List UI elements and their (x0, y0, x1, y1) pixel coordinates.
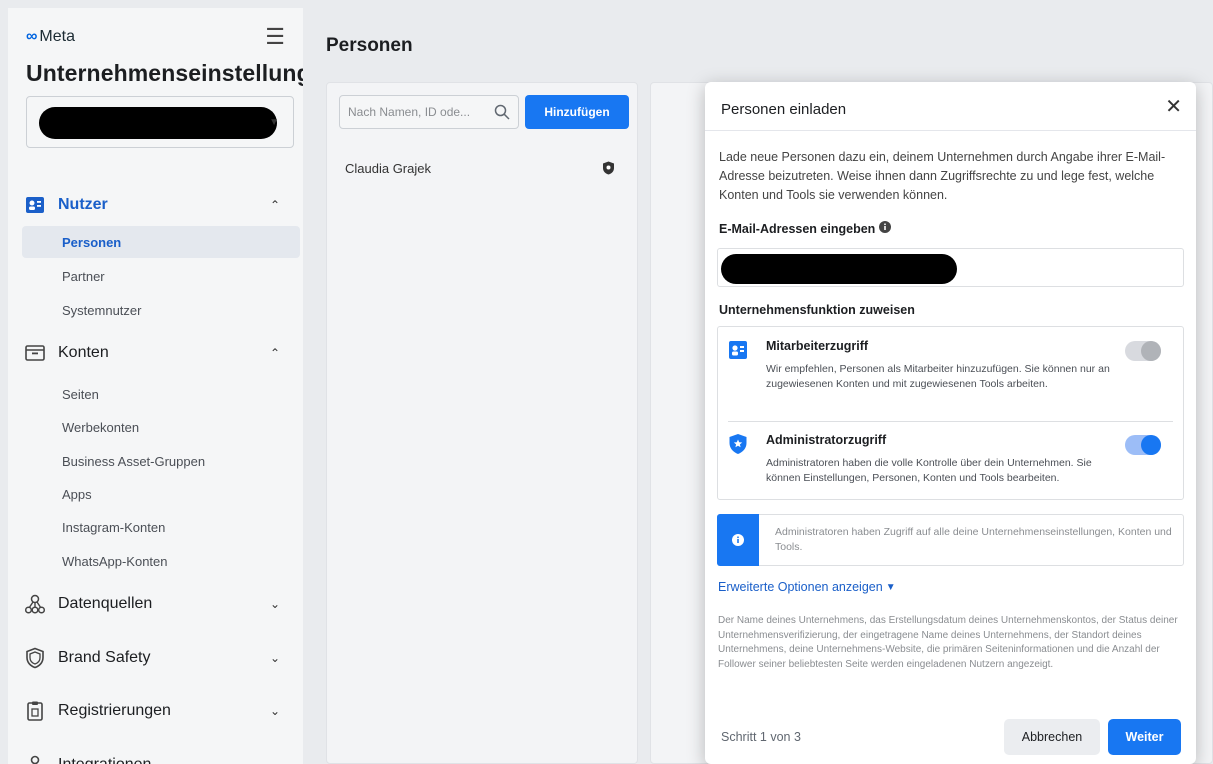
sidebar: ∞ Meta ☰ Unternehmenseinstellunge ▼ Nutz… (8, 8, 303, 764)
nav-section-users[interactable]: Nutzer ⌃ (20, 186, 302, 224)
toggle-knob (1141, 341, 1161, 361)
nav-section-accounts[interactable]: Konten ⌃ (20, 334, 302, 372)
nav-item-business-asset-gruppen[interactable]: Business Asset-Gruppen (22, 445, 300, 477)
nav-section-data-sources[interactable]: Datenquellen ⌄ (20, 585, 302, 623)
dialog-title: Personen einladen (721, 101, 847, 118)
nav-item-partner[interactable]: Partner (22, 260, 300, 292)
role-options: Mitarbeiterzugriff Wir empfehlen, Person… (717, 326, 1184, 500)
chevron-down-icon: ⌄ (269, 704, 280, 718)
employee-access-toggle[interactable] (1125, 341, 1161, 361)
role-admin-title: Administratorzugriff (766, 433, 887, 447)
employee-badge-icon (728, 339, 748, 366)
meta-logo[interactable]: ∞ Meta (26, 28, 75, 46)
dialog-divider (705, 130, 1196, 131)
nav-item-systemnutzer[interactable]: Systemnutzer (22, 294, 300, 326)
business-selector[interactable]: ▼ (26, 96, 294, 148)
add-person-button[interactable]: Hinzufügen (525, 95, 629, 129)
advanced-options-label: Erweiterte Optionen anzeigen (718, 580, 883, 594)
email-label-text: E-Mail-Adressen eingeben (719, 221, 876, 236)
step-indicator: Schritt 1 von 3 (721, 730, 801, 744)
nav-section-users-label: Nutzer (58, 196, 108, 213)
nav-section-registrations-label: Registrierungen (58, 702, 171, 719)
next-button[interactable]: Weiter (1108, 719, 1181, 755)
search-input[interactable] (348, 105, 482, 119)
meta-logo-text: Meta (39, 28, 75, 45)
nav-item-seiten[interactable]: Seiten (22, 378, 300, 410)
admin-notice: Administratoren haben Zugriff auf alle d… (717, 514, 1184, 566)
chevron-down-icon: ⌄ (270, 758, 280, 764)
search-icon[interactable] (494, 104, 510, 125)
people-search[interactable] (339, 95, 519, 129)
chevron-up-icon: ⌃ (269, 346, 280, 360)
role-employee-description: Wir empfehlen, Personen als Mitarbeiter … (766, 363, 1110, 390)
role-label: Unternehmensfunktion zuweisen (719, 303, 915, 317)
nav-section-data-sources-label: Datenquellen (58, 595, 153, 612)
data-sources-icon (22, 592, 48, 616)
chevron-down-icon: ⌄ (269, 651, 280, 665)
hamburger-menu-icon[interactable]: ☰ (265, 24, 285, 50)
info-icon[interactable] (879, 221, 892, 236)
inbox-tray-icon (22, 341, 48, 365)
user-badge-icon (22, 193, 48, 217)
people-list-panel: Hinzufügen Claudia Grajek (326, 82, 638, 764)
nav-item-instagram-konten[interactable]: Instagram-Konten (22, 511, 300, 543)
notice-info-icon (717, 514, 759, 566)
person-icon (22, 753, 48, 764)
email-input[interactable] (717, 248, 1184, 287)
nav-section-brand-safety[interactable]: Brand Safety ⌄ (20, 639, 302, 677)
invite-people-dialog: Personen einladen ✕ Lade neue Personen d… (705, 82, 1196, 764)
caret-down-icon: ▼ (269, 117, 279, 128)
notice-text: Administratoren haben Zugriff auf alle d… (775, 526, 1172, 553)
nav-section-integrations-label: Integrationen (58, 756, 151, 764)
business-title: Unternehmenseinstellunge (26, 60, 303, 86)
nav-section-registrations[interactable]: Registrierungen ⌄ (20, 692, 302, 730)
redacted-business-name (39, 107, 277, 139)
role-employee-title: Mitarbeiterzugriff (766, 339, 869, 353)
nav-section-accounts-label: Konten (58, 344, 109, 361)
admin-shield-star-icon (728, 433, 748, 460)
advanced-options-link[interactable]: Erweiterte Optionen anzeigen ▼ (718, 580, 896, 594)
redacted-email (721, 254, 957, 284)
cancel-button[interactable]: Abbrechen (1004, 719, 1100, 755)
nav-item-werbekonten[interactable]: Werbekonten (22, 411, 300, 443)
nav-section-integrations[interactable]: Integrationen ⌄ (20, 746, 302, 764)
person-row[interactable]: Claudia Grajek (327, 153, 637, 183)
role-admin[interactable]: Administratorzugriff Administratoren hab… (718, 421, 1183, 501)
page-title: Personen (326, 35, 413, 56)
close-icon[interactable]: ✕ (1165, 97, 1182, 117)
nav-item-whatsapp-konten[interactable]: WhatsApp-Konten (22, 545, 300, 577)
clipboard-icon (22, 699, 48, 723)
meta-infinity-icon: ∞ (26, 28, 38, 45)
admin-shield-icon (602, 161, 615, 178)
dialog-intro-text: Lade neue Personen dazu ein, deinem Unte… (719, 150, 1166, 202)
person-name: Claudia Grajek (345, 160, 431, 176)
chevron-down-icon: ⌄ (269, 597, 280, 611)
disclaimer-text: Der Name deines Unternehmens, das Erstel… (718, 615, 1178, 670)
shield-icon (22, 646, 48, 670)
nav-item-apps[interactable]: Apps (22, 478, 300, 510)
email-label: E-Mail-Adressen eingeben (719, 221, 892, 236)
caret-down-icon: ▼ (885, 581, 896, 593)
role-employee[interactable]: Mitarbeiterzugriff Wir empfehlen, Person… (718, 327, 1183, 407)
nav-item-personen[interactable]: Personen (22, 226, 300, 258)
toggle-knob (1141, 435, 1161, 455)
chevron-up-icon: ⌃ (269, 198, 280, 212)
role-admin-description: Administratoren haben die volle Kontroll… (766, 457, 1092, 484)
nav-section-brand-safety-label: Brand Safety (58, 649, 151, 666)
admin-access-toggle[interactable] (1125, 435, 1161, 455)
